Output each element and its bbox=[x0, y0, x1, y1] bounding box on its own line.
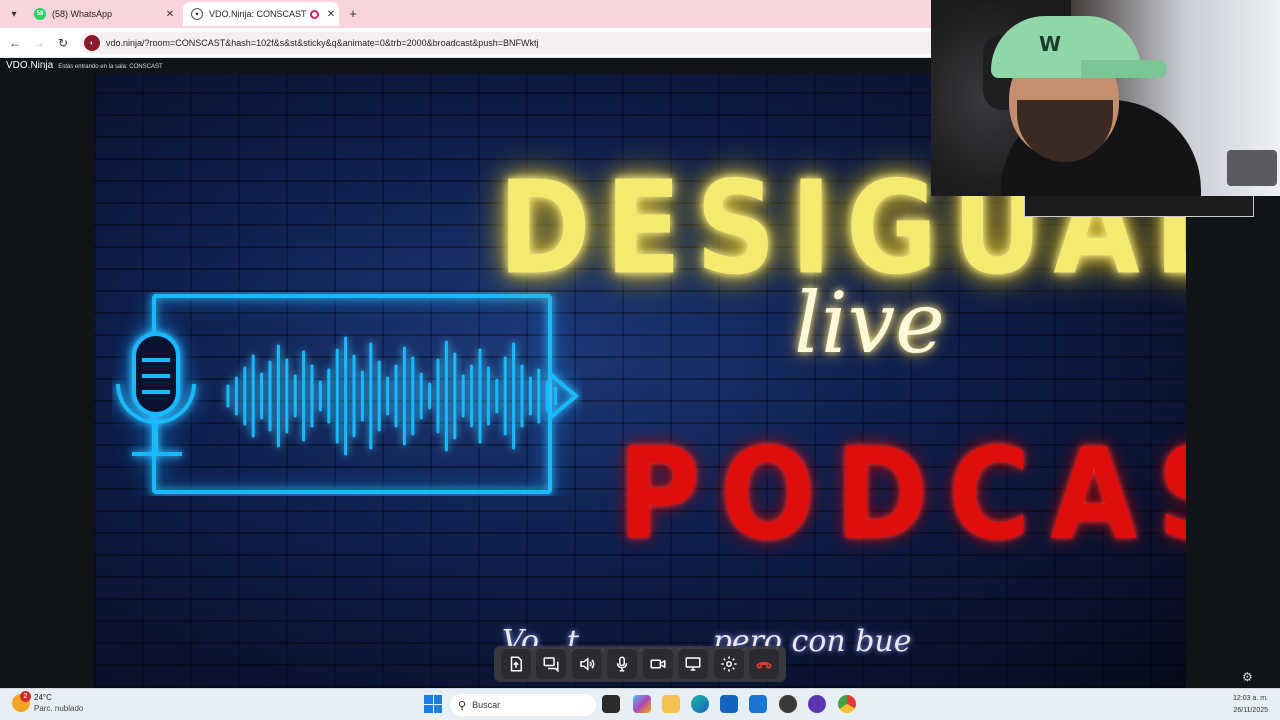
new-tab-button[interactable]: + bbox=[344, 4, 362, 22]
vdo-header: VDO.Ninja Estás entrando en la sala: CON… bbox=[6, 60, 163, 71]
start-button[interactable] bbox=[424, 695, 442, 713]
settings-button[interactable] bbox=[713, 649, 744, 679]
speaker-button[interactable] bbox=[571, 649, 602, 679]
clock[interactable]: 12:03 a. m. 26/11/2025 bbox=[1233, 693, 1268, 717]
back-arrow-icon[interactable]: ← bbox=[6, 34, 24, 52]
chat-icon bbox=[543, 657, 559, 673]
search-placeholder: Buscar bbox=[472, 700, 501, 710]
tab-search-chevron-icon[interactable]: ▾ bbox=[4, 4, 24, 24]
webcam-preview[interactable]: W bbox=[931, 0, 1280, 196]
tab-whatsapp[interactable]: 58 (58) WhatsApp ✕ bbox=[26, 2, 178, 26]
tab-title: (58) WhatsApp bbox=[52, 9, 113, 19]
close-tab-icon[interactable]: ✕ bbox=[162, 9, 178, 20]
upload-file-icon bbox=[510, 656, 522, 672]
app-icon[interactable] bbox=[808, 695, 826, 713]
notification-badge: 2 bbox=[20, 691, 31, 702]
hangup-button[interactable] bbox=[749, 649, 780, 679]
search-icon: ⚲ bbox=[458, 699, 467, 712]
taskbar-search[interactable]: ⚲ Buscar bbox=[450, 694, 596, 716]
brand-logo[interactable]: VDO.Ninja bbox=[6, 60, 53, 71]
video-camera-icon bbox=[650, 659, 666, 669]
speaker-icon bbox=[580, 657, 595, 671]
weather-desc: Parc. nublado bbox=[34, 704, 84, 713]
close-tab-icon[interactable]: ✕ bbox=[323, 9, 339, 20]
address-bar[interactable]: ◐ vdo.ninja/?room=CONSCAST&hash=102f&s&s… bbox=[80, 32, 940, 54]
weather-temp: 24°C bbox=[34, 693, 52, 702]
url-text[interactable]: vdo.ninja/?room=CONSCAST&hash=102f&s&st&… bbox=[106, 38, 538, 48]
site-info-icon[interactable]: ◐ bbox=[84, 35, 100, 51]
store-icon[interactable] bbox=[720, 695, 738, 713]
task-view-icon[interactable] bbox=[602, 695, 620, 713]
monitor-icon bbox=[685, 657, 701, 671]
webcam-keyboard bbox=[1227, 150, 1277, 186]
ninja-icon: ✦ bbox=[191, 8, 203, 20]
tab-title: VDO.Ninja: CONSCAST bbox=[209, 9, 307, 19]
share-file-button[interactable] bbox=[500, 649, 531, 679]
phone-hangup-icon bbox=[756, 661, 773, 669]
whatsapp-icon: 58 bbox=[34, 8, 46, 20]
chat-button[interactable] bbox=[536, 649, 567, 679]
copilot-icon[interactable] bbox=[633, 695, 651, 713]
tab-vdo-ninja[interactable]: ✦ VDO.Ninja: CONSCAST ✕ bbox=[183, 2, 339, 26]
banner-show: PODCAST bbox=[618, 422, 1186, 568]
webcam-cap-logo: W bbox=[1039, 32, 1062, 56]
obs-icon[interactable] bbox=[779, 695, 797, 713]
clock-time: 12:03 a. m. bbox=[1232, 695, 1268, 702]
neon-microphone-waveform bbox=[116, 294, 580, 494]
chrome-icon[interactable] bbox=[838, 695, 856, 713]
webcam-cap-bill bbox=[1081, 60, 1167, 78]
edge-icon[interactable] bbox=[691, 695, 709, 713]
banner-subtitle: live bbox=[794, 274, 945, 372]
room-message: Estás entrando en la sala: CONSCAST bbox=[58, 64, 163, 70]
gear-icon bbox=[721, 656, 737, 672]
mic-button[interactable] bbox=[607, 649, 638, 679]
call-controls bbox=[494, 646, 786, 682]
recording-indicator-icon bbox=[310, 9, 319, 19]
webcam-preview-tab[interactable] bbox=[1024, 196, 1254, 217]
screen-share-button[interactable] bbox=[678, 649, 709, 679]
microphone-icon bbox=[617, 656, 628, 672]
clock-date: 26/11/2025 bbox=[1233, 707, 1268, 714]
outlook-icon[interactable] bbox=[749, 695, 767, 713]
weather-widget[interactable]: 2 24°C Parc. nublado bbox=[12, 691, 84, 714]
taskbar: 2 24°C Parc. nublado ⚲ Buscar 12:03 a. m… bbox=[0, 688, 1280, 720]
reload-icon[interactable]: ↻ bbox=[54, 34, 72, 52]
camera-button[interactable] bbox=[642, 649, 673, 679]
weather-icon: 2 bbox=[12, 691, 31, 712]
accessibility-icon[interactable]: ⚙ bbox=[1242, 670, 1253, 684]
forward-arrow-icon[interactable]: → bbox=[30, 34, 48, 52]
file-explorer-icon[interactable] bbox=[662, 695, 680, 713]
